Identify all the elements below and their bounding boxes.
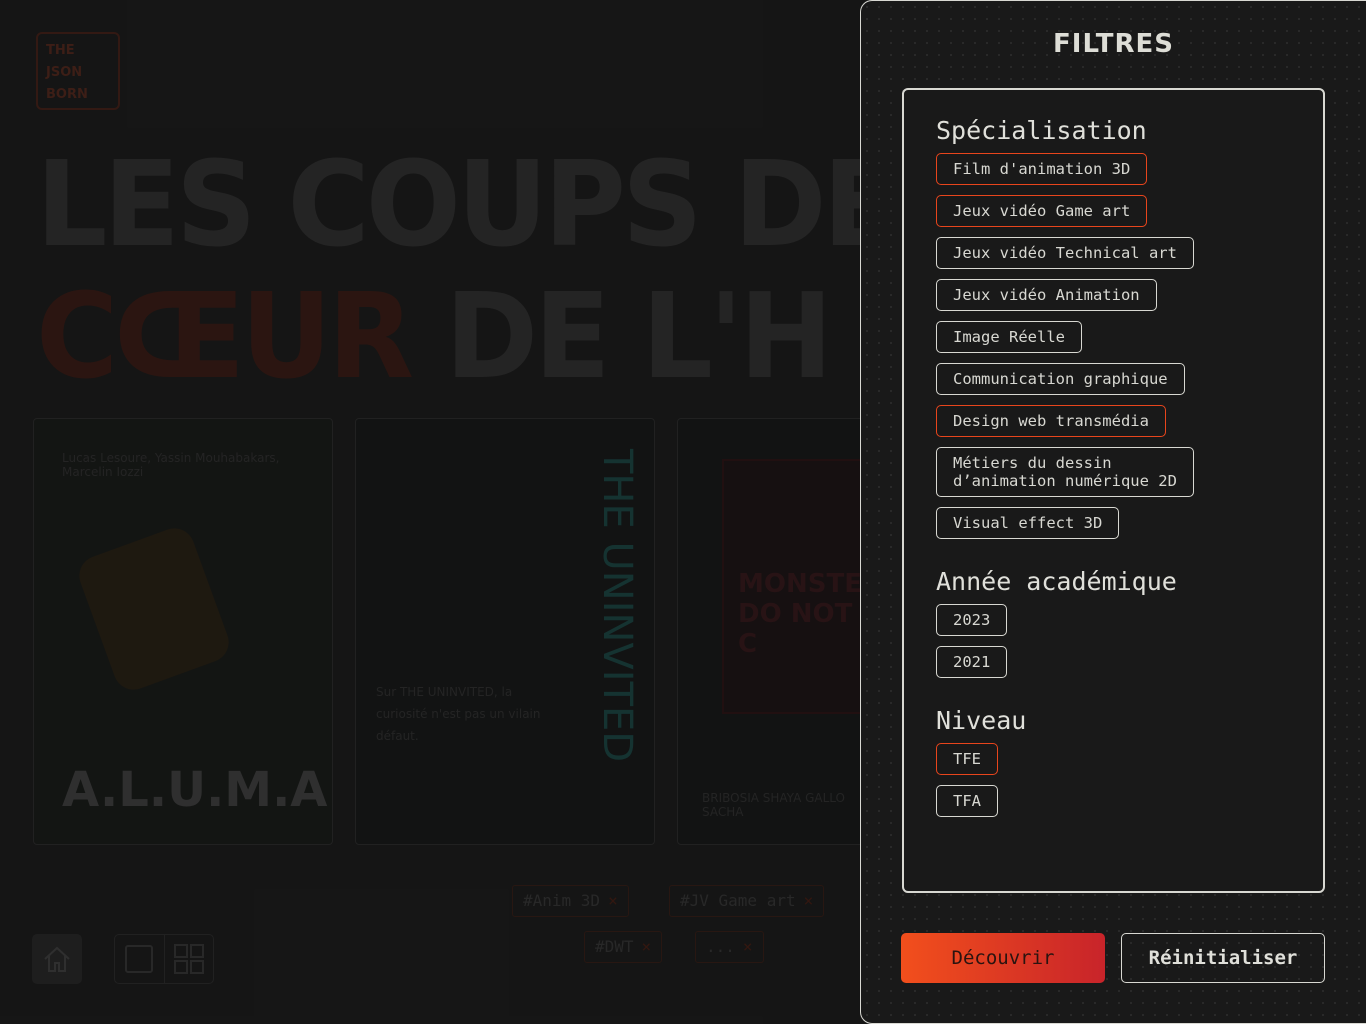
specialisation-options: Film d'animation 3D Jeux vidéo Game art Je…: [936, 153, 1291, 539]
annee-options: 2023 2021: [936, 604, 1291, 678]
section-title-annee: Année académique: [936, 567, 1177, 596]
niveau-options: TFE TFA: [936, 743, 1291, 817]
filter-chip[interactable]: Jeux vidéo Technical art: [936, 237, 1194, 269]
section-title-niveau: Niveau: [936, 706, 1027, 735]
filter-chip[interactable]: 2023: [936, 604, 1008, 636]
filter-chip[interactable]: Communication graphique: [936, 363, 1185, 395]
filters-panel: FILTRES Spécialisation Film d'animation …: [860, 0, 1366, 1024]
filter-chip[interactable]: TFA: [936, 785, 998, 817]
panel-title: FILTRES: [1053, 29, 1174, 59]
filter-chip[interactable]: 2021: [936, 646, 1008, 678]
filter-chip[interactable]: Jeux vidéo Animation: [936, 279, 1157, 311]
filter-chip[interactable]: TFE: [936, 743, 998, 775]
filter-chip[interactable]: Métiers du dessin d’animation numérique …: [936, 447, 1194, 497]
filter-chip[interactable]: Visual effect 3D: [936, 507, 1120, 539]
section-title-specialisation: Spécialisation: [936, 116, 1147, 145]
reset-button[interactable]: Réinitialiser: [1121, 933, 1325, 983]
filters-box: Spécialisation Film d'animation 3D Jeux v…: [902, 88, 1325, 893]
filter-chip[interactable]: Design web transmédia: [936, 405, 1166, 437]
discover-button[interactable]: Découvrir: [901, 933, 1105, 983]
filter-chip[interactable]: Jeux vidéo Game art: [936, 195, 1148, 227]
filter-chip[interactable]: Image Réelle: [936, 321, 1082, 353]
filter-chip[interactable]: Film d'animation 3D: [936, 153, 1148, 185]
